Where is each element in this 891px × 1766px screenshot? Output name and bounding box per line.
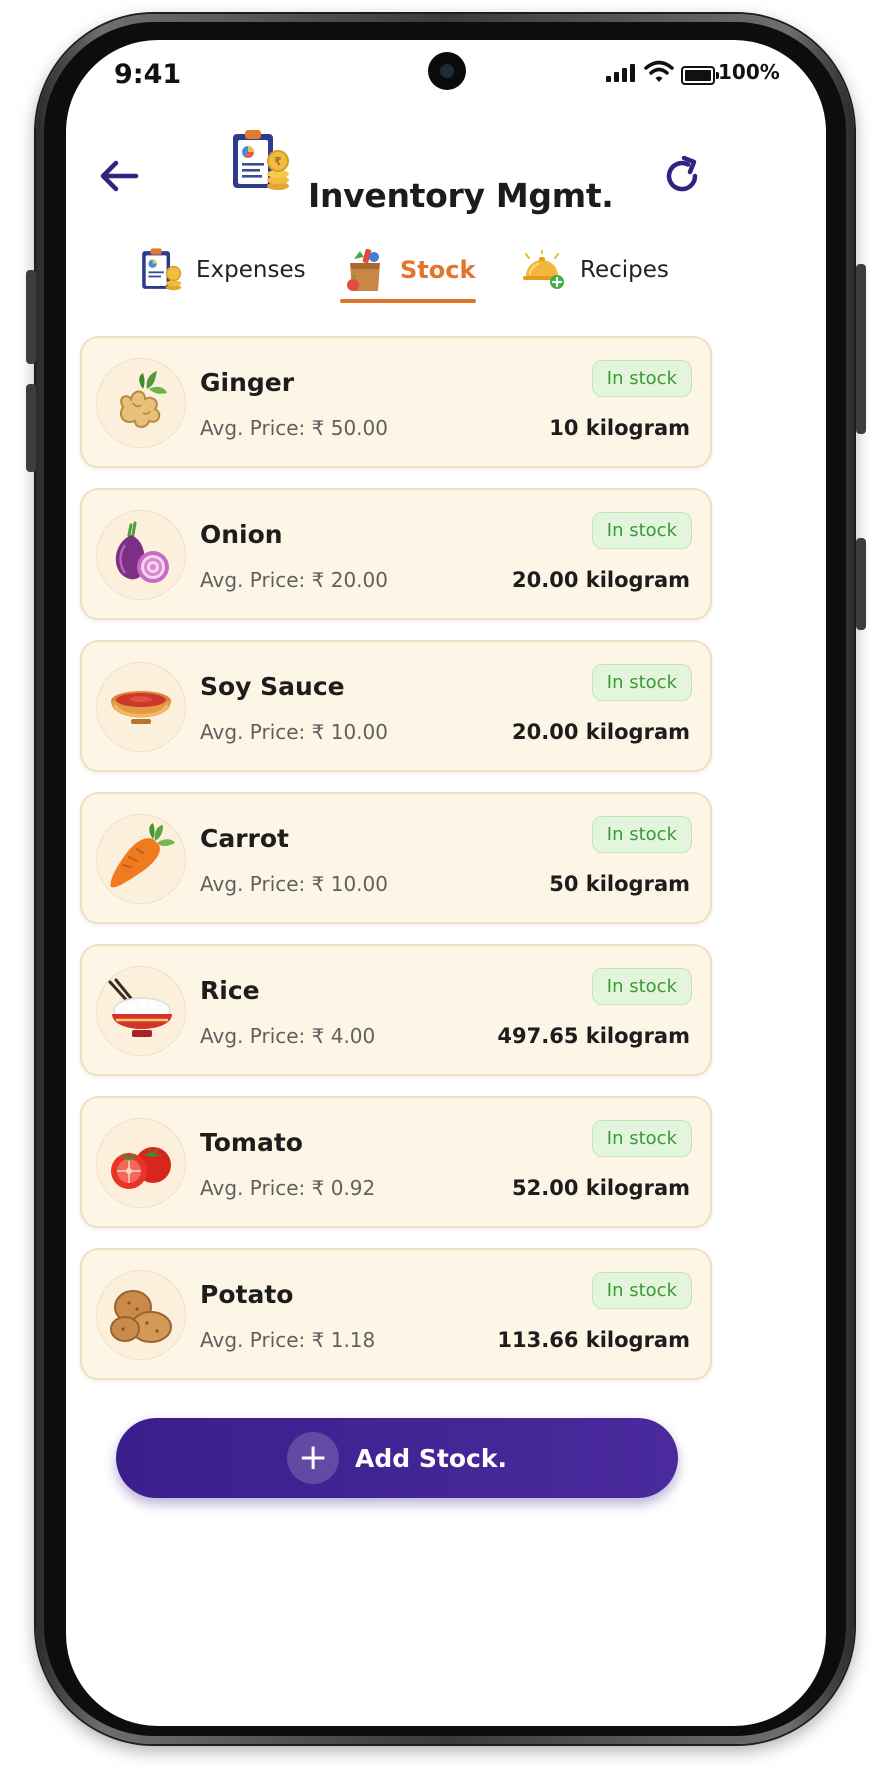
item-name: Potato: [200, 1280, 294, 1309]
item-quantity: 52.00 kilogram: [512, 1176, 690, 1200]
add-stock-label: Add Stock.: [355, 1443, 507, 1473]
svg-text:₹: ₹: [274, 155, 282, 168]
item-name: Ginger: [200, 368, 295, 397]
tab-recipes-label: Recipes: [580, 257, 669, 283]
food-cloche-icon: [523, 250, 564, 289]
ginger-icon: [119, 371, 167, 428]
list-item[interactable]: Rice Avg. Price: ₹ 4.00 In stock 497.65 …: [80, 944, 712, 1076]
item-avg-price: Avg. Price: ₹ 10.00: [200, 872, 388, 896]
tab-stock[interactable]: Stock: [346, 240, 475, 300]
item-quantity: 20.00 kilogram: [512, 720, 690, 744]
inventory-clipboard-icon: ₹: [233, 130, 289, 190]
list-item[interactable]: Tomato Avg. Price: ₹ 0.92 In stock 52.00…: [80, 1096, 712, 1228]
carrot-icon: [110, 823, 175, 888]
status-badge: In stock: [591, 816, 692, 853]
wifi-icon: [644, 60, 674, 82]
item-avg-price: Avg. Price: ₹ 50.00: [200, 416, 388, 440]
item-quantity: 20.00 kilogram: [512, 568, 690, 592]
refresh-icon[interactable]: [660, 154, 704, 198]
list-item[interactable]: Potato Avg. Price: ₹ 1.18 In stock 113.6…: [80, 1248, 712, 1380]
back-arrow-icon[interactable]: [96, 156, 144, 196]
item-avg-price: Avg. Price: ₹ 4.00: [200, 1024, 376, 1048]
status-bar: 9:41 100%: [66, 40, 826, 120]
stock-list: Ginger Avg. Price: ₹ 50.00 In stock 10 k…: [80, 336, 712, 1400]
item-quantity: 10 kilogram: [549, 416, 690, 440]
item-avg-price: Avg. Price: ₹ 10.00: [200, 720, 388, 744]
grocery-bag-icon: [347, 248, 380, 291]
battery-percent: 100%: [718, 60, 780, 84]
item-name: Onion: [200, 520, 283, 549]
signal-icon: [606, 64, 635, 82]
item-icon-wrap: [96, 814, 186, 904]
onion-icon: [115, 521, 169, 583]
expenses-clipboard-icon: [142, 248, 182, 291]
item-name: Tomato: [200, 1128, 303, 1157]
item-avg-price: Avg. Price: ₹ 0.92: [200, 1176, 376, 1200]
list-item[interactable]: Carrot Avg. Price: ₹ 10.00 In stock 50 k…: [80, 792, 712, 924]
item-icon-wrap: [96, 662, 186, 752]
status-badge: In stock: [591, 512, 692, 549]
item-icon-wrap: [96, 1270, 186, 1360]
screen: 9:41 100% ₹ Inventory Mgmt. Expenses Sto…: [66, 40, 826, 1726]
status-badge: In stock: [591, 968, 692, 1005]
side-button-right-top: [856, 264, 866, 434]
item-name: Rice: [200, 976, 260, 1005]
item-name: Soy Sauce: [200, 672, 345, 701]
front-camera: [428, 52, 466, 90]
tomato-icon: [111, 1147, 171, 1189]
tab-expenses-label: Expenses: [196, 257, 306, 283]
battery-icon: [681, 66, 719, 85]
plus-icon: +: [287, 1432, 340, 1484]
status-badge: In stock: [591, 1120, 692, 1157]
side-button-left-top: [26, 270, 36, 364]
item-quantity: 497.65 kilogram: [497, 1024, 690, 1048]
tab-stock-label: Stock: [400, 256, 476, 284]
item-avg-price: Avg. Price: ₹ 1.18: [200, 1328, 376, 1352]
potato-icon: [110, 1290, 172, 1343]
soy-sauce-icon: [111, 691, 171, 724]
item-icon-wrap: [96, 510, 186, 600]
list-item[interactable]: Soy Sauce Avg. Price: ₹ 10.00 In stock 2…: [80, 640, 712, 772]
side-button-right-bottom: [856, 538, 866, 630]
rice-bowl-icon: [108, 978, 172, 1037]
active-tab-indicator: [340, 299, 476, 303]
header: ₹ Inventory Mgmt.: [66, 120, 826, 230]
list-item[interactable]: Ginger Avg. Price: ₹ 50.00 In stock 10 k…: [80, 336, 712, 468]
item-icon-wrap: [96, 1118, 186, 1208]
item-icon-wrap: [96, 966, 186, 1056]
tab-expenses[interactable]: Expenses: [140, 240, 306, 300]
item-quantity: 50 kilogram: [549, 872, 690, 896]
item-quantity: 113.66 kilogram: [497, 1328, 690, 1352]
tab-recipes[interactable]: Recipes: [520, 240, 669, 300]
add-stock-button[interactable]: + Add Stock.: [116, 1418, 678, 1498]
item-icon-wrap: [96, 358, 186, 448]
side-button-left-bottom: [26, 384, 36, 472]
item-name: Carrot: [200, 824, 290, 853]
status-badge: In stock: [591, 1272, 692, 1309]
status-time: 9:41: [114, 59, 182, 90]
status-badge: In stock: [591, 360, 692, 397]
tab-bar: Expenses Stock Recipes: [66, 230, 826, 310]
list-item[interactable]: Onion Avg. Price: ₹ 20.00 In stock 20.00…: [80, 488, 712, 620]
item-avg-price: Avg. Price: ₹ 20.00: [200, 568, 388, 592]
page-title: Inventory Mgmt.: [308, 176, 614, 215]
status-badge: In stock: [591, 664, 692, 701]
